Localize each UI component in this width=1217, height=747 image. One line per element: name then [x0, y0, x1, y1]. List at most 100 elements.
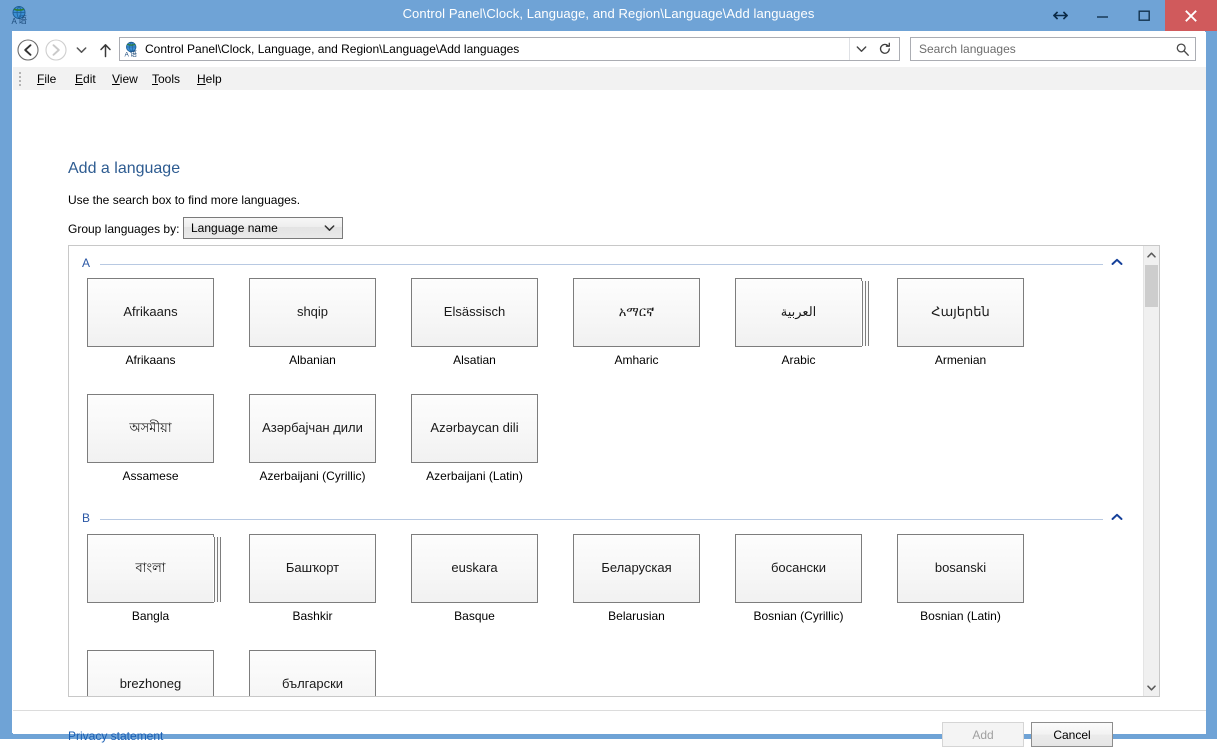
menu-grip-handle[interactable]: [19, 72, 22, 86]
language-tile-amharic[interactable]: አማርኛ Amharic: [573, 278, 701, 367]
language-tile-azerbaijani-latin[interactable]: Azərbaycan dili Azerbaijani (Latin): [411, 394, 539, 483]
tile-native-name: Беларуская: [601, 560, 672, 576]
tile-english-label: Bashkir: [292, 609, 333, 623]
language-tile-alsatian[interactable]: Elsässisch Alsatian: [411, 278, 539, 367]
tile-native-name: euskara: [451, 560, 498, 576]
window-title: Control Panel\Clock, Language, and Regio…: [402, 6, 815, 21]
language-tile-breton[interactable]: brezhoneg Breton: [87, 650, 215, 696]
address-bar[interactable]: A 语 Control Panel\Clock, Language, and R…: [119, 37, 900, 61]
scroll-up-button[interactable]: [1144, 246, 1159, 263]
tile-face[interactable]: shqip: [249, 278, 376, 347]
tile-face[interactable]: Afrikaans: [87, 278, 214, 347]
language-tile-bosnian-latin[interactable]: bosanski Bosnian (Latin): [897, 534, 1025, 623]
menu-bar: File Edit View Tools Help: [13, 67, 1206, 91]
maximize-button[interactable]: [1123, 0, 1165, 31]
language-tile-bulgarian[interactable]: български Bulgarian: [249, 650, 377, 696]
tile-face[interactable]: Հայերեն: [897, 278, 1024, 347]
section-divider-a: [100, 264, 1103, 265]
tile-face[interactable]: Беларуская: [573, 534, 700, 603]
menu-tools-rest: ools: [158, 72, 181, 86]
tile-face[interactable]: босански: [735, 534, 862, 603]
language-tile-arabic[interactable]: العربية Arabic: [735, 278, 869, 367]
tile-english-label: Belarusian: [608, 609, 665, 623]
recent-locations-chevron-down-icon[interactable]: [71, 38, 91, 62]
add-button[interactable]: Add: [942, 722, 1024, 747]
chevron-down-icon: [323, 222, 335, 234]
scroll-down-button[interactable]: [1144, 679, 1159, 696]
tile-native-name: български: [281, 676, 344, 692]
language-tile-basque[interactable]: euskara Basque: [411, 534, 539, 623]
menu-view-rest: iew: [119, 72, 138, 86]
tile-english-label: Azerbaijani (Latin): [426, 469, 523, 483]
resize-arrows-icon[interactable]: [1039, 0, 1081, 31]
tile-native-name: বাংলা: [135, 560, 166, 576]
tile-native-name: brezhoneg: [119, 676, 182, 692]
search-icon[interactable]: [1173, 40, 1191, 58]
menu-item-edit[interactable]: Edit: [69, 71, 102, 87]
address-language-globe-icon: A 语: [124, 41, 140, 59]
language-tile-belarusian[interactable]: Беларуская Belarusian: [573, 534, 701, 623]
tile-native-name: Башҡорт: [285, 560, 340, 576]
tile-english-label: Amharic: [614, 353, 659, 367]
menu-item-help[interactable]: Help: [191, 71, 228, 87]
language-tile-bosnian-cyrillic[interactable]: босански Bosnian (Cyrillic): [735, 534, 863, 623]
menu-item-file[interactable]: File: [31, 71, 62, 87]
tile-face[interactable]: euskara: [411, 534, 538, 603]
vertical-scrollbar[interactable]: [1143, 246, 1159, 696]
up-button[interactable]: [93, 38, 117, 62]
tile-english-label: Armenian: [934, 353, 987, 367]
search-placeholder: Search languages: [919, 42, 1016, 56]
privacy-statement-link[interactable]: Privacy statement: [68, 729, 163, 743]
group-languages-by-value: Language name: [191, 221, 278, 235]
tile-english-label: Alsatian: [453, 353, 496, 367]
search-input[interactable]: Search languages: [910, 37, 1196, 61]
tile-face[interactable]: বাংলা: [87, 534, 221, 603]
tile-face[interactable]: অসমীয়া: [87, 394, 214, 463]
tile-native-name: Afrikaans: [123, 304, 178, 320]
tile-face[interactable]: bosanski: [897, 534, 1024, 603]
back-button[interactable]: [16, 38, 40, 62]
tile-face[interactable]: Азәрбајчан дили: [249, 394, 376, 463]
add-languages-window: A 语 Control Panel\Clock, Language, and R…: [0, 0, 1217, 747]
tile-face[interactable]: brezhoneg: [87, 650, 214, 696]
tile-face[interactable]: አማርኛ: [573, 278, 700, 347]
language-tile-azerbaijani-cyrillic[interactable]: Азәрбајчан дили Azerbaijani (Cyrillic): [249, 394, 377, 483]
chevron-up-icon[interactable]: [1109, 510, 1125, 524]
tile-face[interactable]: български: [249, 650, 376, 696]
language-tile-afrikaans[interactable]: Afrikaans Afrikaans: [87, 278, 215, 367]
close-button[interactable]: [1165, 0, 1217, 31]
tile-face[interactable]: Azərbaycan dili: [411, 394, 538, 463]
address-chevron-down-icon[interactable]: [849, 38, 872, 60]
tile-face[interactable]: العربية: [735, 278, 869, 347]
svg-text:A: A: [125, 52, 130, 58]
tile-native-name: Азәрбајчан дили: [262, 420, 363, 436]
menu-help-rest: elp: [205, 72, 222, 86]
chevron-up-icon[interactable]: [1109, 255, 1125, 269]
menu-file-rest: ile: [44, 72, 57, 86]
section-letter-b: B: [82, 511, 91, 525]
cancel-button[interactable]: Cancel: [1031, 722, 1113, 747]
footer: Privacy statement Add Cancel: [13, 711, 1206, 747]
menu-item-view[interactable]: View: [106, 71, 144, 87]
titlebar: A 语 Control Panel\Clock, Language, and R…: [0, 0, 1217, 31]
tile-face[interactable]: Elsässisch: [411, 278, 538, 347]
language-tile-assamese[interactable]: অসমীয়া Assamese: [87, 394, 215, 483]
tile-face[interactable]: Башҡорт: [249, 534, 376, 603]
language-tile-armenian[interactable]: Հայերեն Armenian: [897, 278, 1025, 367]
menu-item-tools[interactable]: Tools: [146, 71, 186, 87]
scrollbar-thumb[interactable]: [1145, 265, 1158, 307]
language-list-content: A Afrikaans Afrikaans shqip Albanian Els…: [69, 246, 1143, 696]
group-languages-by-label: Group languages by:: [68, 222, 180, 236]
language-tile-bangla[interactable]: বাংলা Bangla: [87, 534, 221, 623]
group-languages-by-select[interactable]: Language name: [183, 217, 343, 239]
minimize-button[interactable]: [1081, 0, 1123, 31]
refresh-button[interactable]: [873, 38, 897, 60]
client-area: A 语 Control Panel\Clock, Language, and R…: [12, 31, 1206, 747]
section-letter-a: A: [82, 256, 91, 270]
menu-view-accesskey: V: [112, 72, 120, 86]
language-tile-bashkir[interactable]: Башҡорт Bashkir: [249, 534, 377, 623]
svg-text:语: 语: [130, 49, 137, 57]
language-tile-albanian[interactable]: shqip Albanian: [249, 278, 377, 367]
menu-edit-accesskey: E: [75, 72, 84, 86]
tile-native-name: Azərbaycan dili: [430, 420, 519, 436]
